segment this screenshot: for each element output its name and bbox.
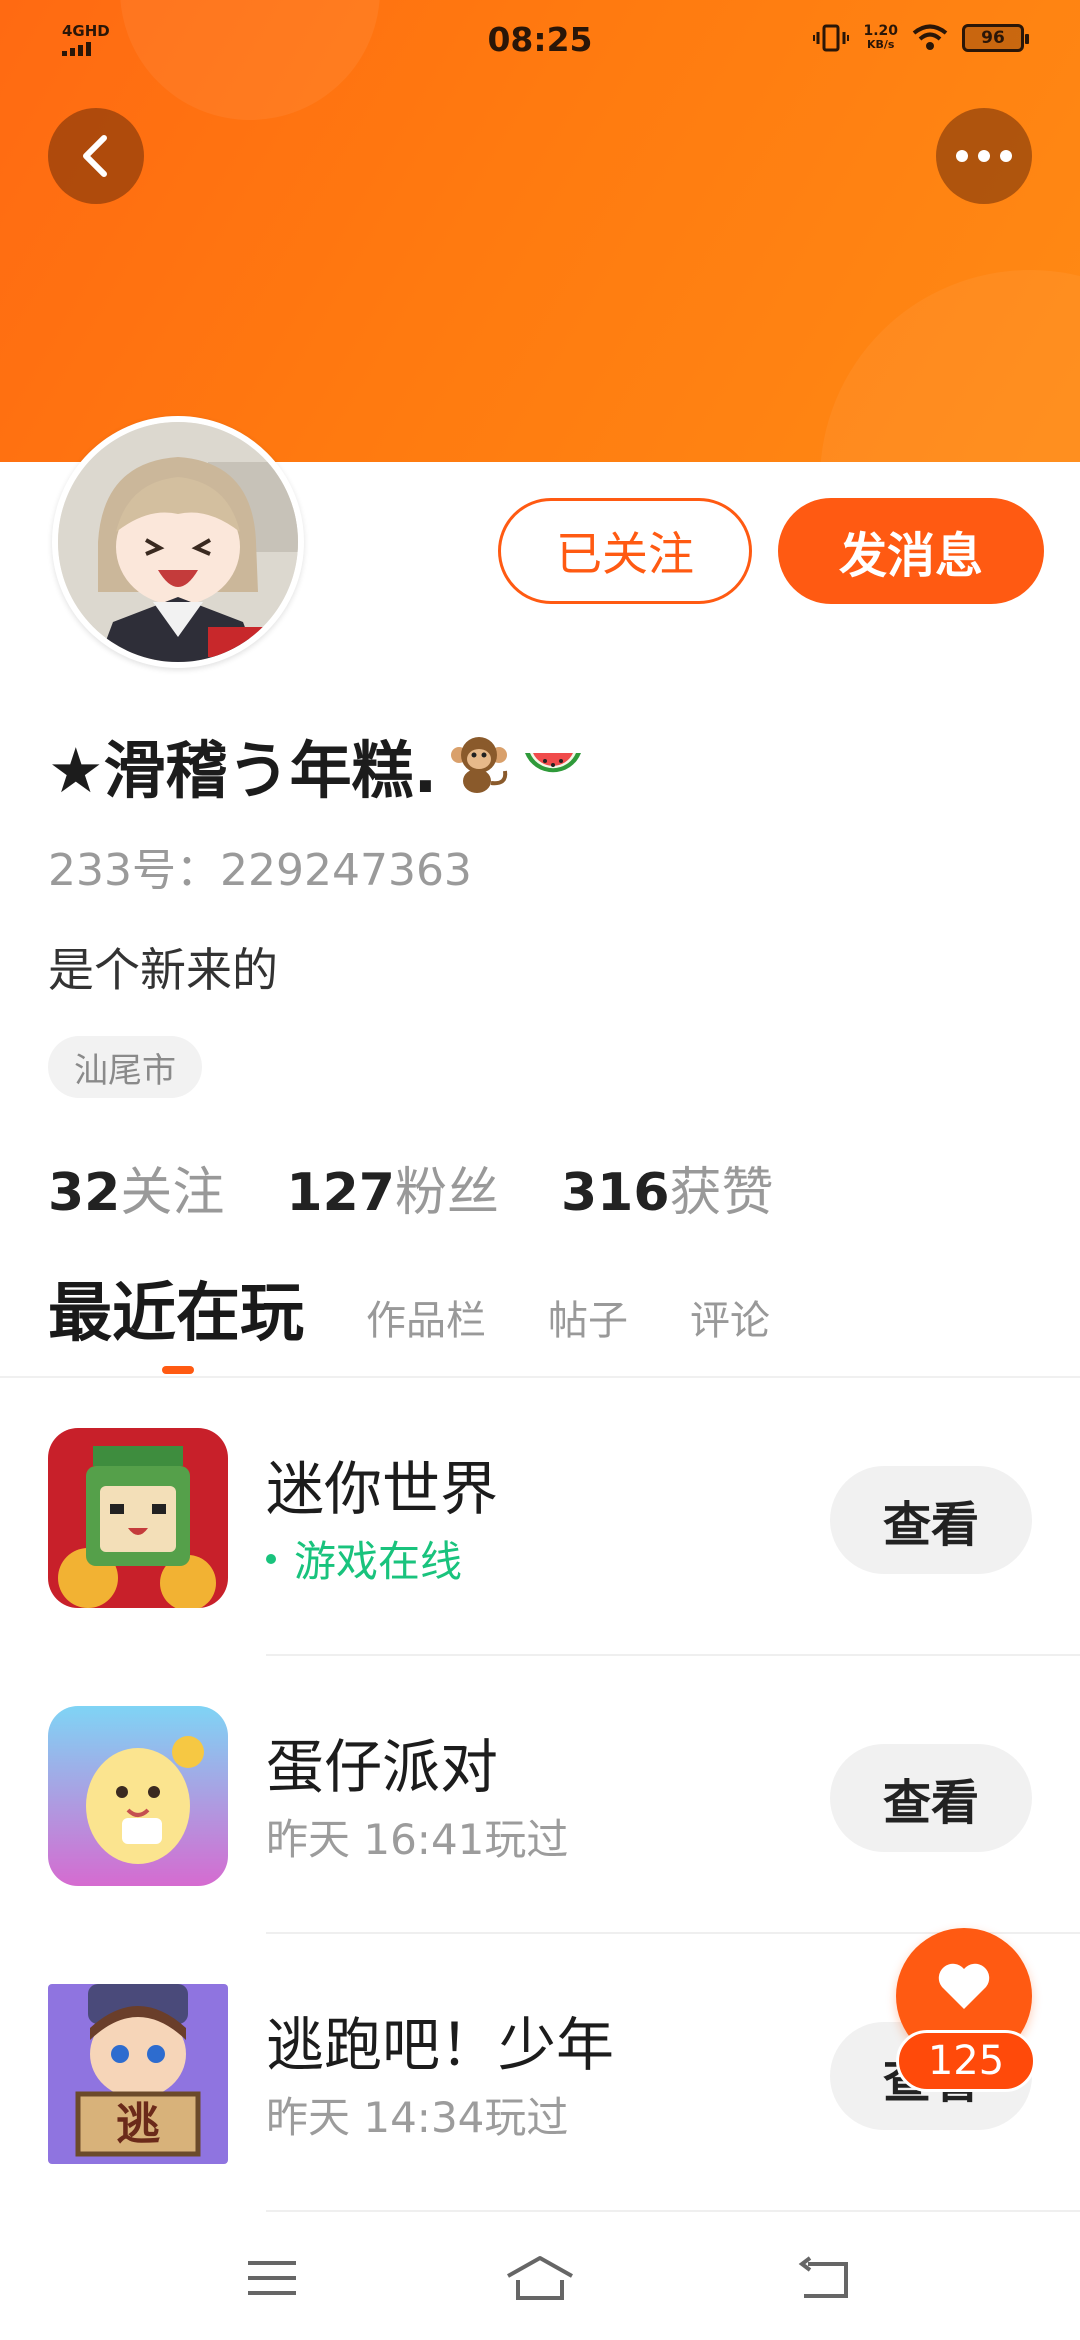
game-last-played: 昨天 16:41玩过 — [266, 1815, 569, 1864]
battery-icon: 96 — [962, 24, 1029, 52]
tab-works[interactable]: 作品栏 — [366, 1288, 486, 1354]
speed-unit: KB/s — [866, 38, 895, 51]
view-button[interactable]: 查看 — [830, 1466, 1032, 1574]
tab-comments[interactable]: 评论 — [690, 1288, 770, 1354]
status-bar: 4GHD 08:25 1.20 KB/s 96 — [0, 0, 1080, 80]
game-title: 蛋仔派对 — [266, 1733, 499, 1801]
list-item[interactable]: 蛋仔派对 昨天 16:41玩过 查看 — [0, 1658, 1080, 1936]
game-title: 逃跑吧！少年 — [266, 2011, 615, 2079]
more-options-button[interactable] — [936, 108, 1032, 204]
profile-header-banner: 4GHD 08:25 1.20 KB/s 96 — [0, 0, 1080, 462]
location-tag: 汕尾市 — [48, 1036, 202, 1098]
watermelon-emoji-icon — [525, 753, 582, 773]
menu-icon — [248, 2261, 296, 2295]
list-item[interactable]: 迷你世界 游戏在线 查看 — [0, 1380, 1080, 1658]
stat-following[interactable]: 32关注 — [48, 1150, 224, 1225]
send-message-button[interactable]: 发消息 — [778, 498, 1044, 604]
wifi-icon — [912, 24, 948, 50]
game-icon-mini-world — [48, 1428, 228, 1608]
profile-name-row: ★滑稽う年糕. — [48, 720, 585, 810]
game-title: 迷你世界 — [266, 1455, 499, 1523]
back-button[interactable] — [48, 108, 144, 204]
nav-home-button[interactable] — [500, 2248, 580, 2308]
vibrate-icon — [813, 24, 850, 52]
game-last-played: 昨天 14:34玩过 — [266, 2093, 569, 2142]
system-nav-bar — [0, 2218, 1080, 2340]
user-bio: 是个新来的 — [48, 943, 278, 997]
back-arrow-icon — [83, 135, 107, 177]
monkey-emoji-icon — [451, 737, 508, 793]
game-icon-eggy-party — [48, 1706, 228, 1886]
avatar[interactable] — [52, 416, 304, 668]
nav-menu-button[interactable] — [232, 2248, 312, 2308]
game-icon-run-boy: 逃 — [48, 1984, 228, 2164]
nav-back-button[interactable] — [784, 2248, 864, 2308]
row-divider — [266, 2210, 1080, 2212]
followed-button[interactable]: 已关注 — [498, 498, 752, 604]
home-icon — [507, 2256, 573, 2300]
tab-posts[interactable]: 帖子 — [548, 1288, 628, 1354]
svg-text:逃: 逃 — [116, 2099, 160, 2150]
more-dots-icon — [956, 150, 1012, 162]
speed-value: 1.20 — [863, 23, 898, 39]
banner-decoration — [820, 270, 1080, 462]
view-button[interactable]: 查看 — [830, 1744, 1032, 1852]
user-id: 233号：229247363 — [48, 845, 472, 896]
stat-fans[interactable]: 127粉丝 — [286, 1150, 499, 1225]
tabs-divider — [0, 1376, 1080, 1378]
game-status-online: 游戏在线 — [266, 1528, 462, 1589]
heart-icon — [938, 1963, 990, 2009]
like-count-badge: 125 — [896, 2030, 1036, 2092]
network-speed: 1.20 KB/s — [863, 24, 898, 52]
return-icon — [798, 2256, 848, 2298]
active-tab-indicator — [162, 1366, 194, 1374]
profile-name: ★滑稽う年糕. — [48, 734, 438, 807]
profile-stats: 32关注 127粉丝 316获赞 — [48, 1150, 774, 1225]
row-divider — [266, 1654, 1080, 1656]
stat-likes[interactable]: 316获赞 — [561, 1150, 774, 1225]
tab-recent-played[interactable]: 最近在玩 — [48, 1262, 304, 1354]
battery-level: 96 — [981, 28, 1005, 48]
profile-tabs: 最近在玩 作品栏 帖子 评论 — [48, 1262, 770, 1354]
status-right-group: 1.20 KB/s 96 — [813, 24, 1029, 52]
avatar-image — [58, 422, 298, 662]
